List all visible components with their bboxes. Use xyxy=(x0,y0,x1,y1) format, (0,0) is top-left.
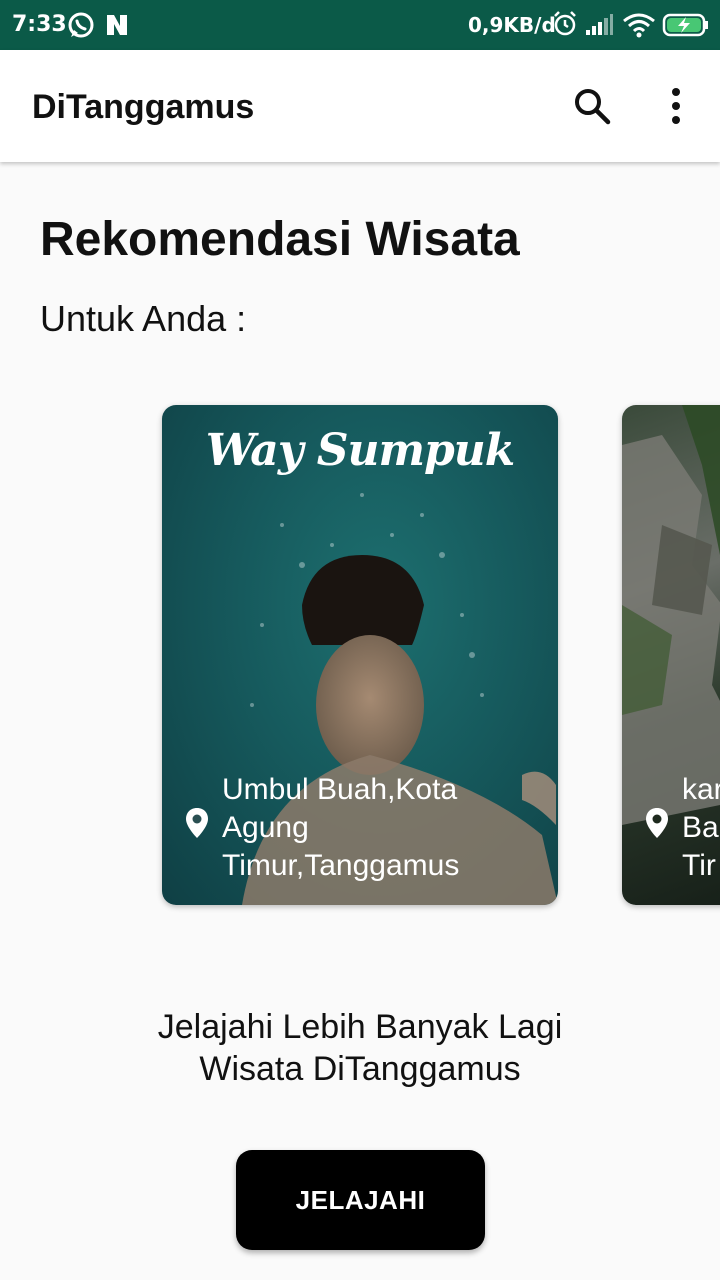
more-vert-icon[interactable] xyxy=(664,86,688,131)
location-pin-icon xyxy=(184,807,210,844)
card-location: Umbul Buah,Kota Agung Timur,Tanggamus xyxy=(222,771,542,885)
card-location-line: Agung xyxy=(222,811,309,844)
app-title: DiTanggamus xyxy=(32,88,255,126)
whatsapp-icon xyxy=(66,10,96,45)
network-speed: 0,9KB/d xyxy=(468,13,556,37)
card-location-line: Tir xyxy=(682,849,716,882)
card-location-line: Umbul Buah,Kota xyxy=(222,773,458,806)
card-location-line: Timur,Tanggamus xyxy=(222,849,460,882)
explore-text: Jelajahi Lebih Banyak Lagi Wisata DiTang… xyxy=(0,1006,720,1090)
status-time: 7:33 xyxy=(12,12,67,37)
location-pin-icon xyxy=(644,807,670,844)
destination-card[interactable]: Way Sumpuk Umbul Buah,Kota Agung Timur,T… xyxy=(162,405,558,905)
explore-text-line: Wisata DiTanggamus xyxy=(199,1050,521,1088)
n-notification-icon xyxy=(104,12,130,43)
alarm-icon xyxy=(552,10,578,43)
status-bar: 7:33 0,9KB/d xyxy=(0,0,720,50)
card-title: Way Sumpuk xyxy=(205,425,516,476)
battery-charging-icon xyxy=(662,13,710,42)
section-subtitle: Untuk Anda : xyxy=(40,298,247,339)
page-title: Rekomendasi Wisata xyxy=(40,213,520,266)
card-location: kar Ba Tir xyxy=(682,771,720,885)
card-location-line: Ba xyxy=(682,811,719,844)
explore-text-line: Jelajahi Lebih Banyak Lagi xyxy=(157,1008,563,1046)
signal-icon xyxy=(584,14,614,41)
card-location-line: kar xyxy=(682,773,720,806)
wifi-icon xyxy=(622,12,656,43)
app-bar: DiTanggamus xyxy=(0,50,720,162)
explore-button[interactable]: JELAJAHI xyxy=(236,1150,485,1250)
search-icon[interactable] xyxy=(572,86,612,131)
destination-card[interactable]: kar Ba Tir xyxy=(622,405,720,905)
